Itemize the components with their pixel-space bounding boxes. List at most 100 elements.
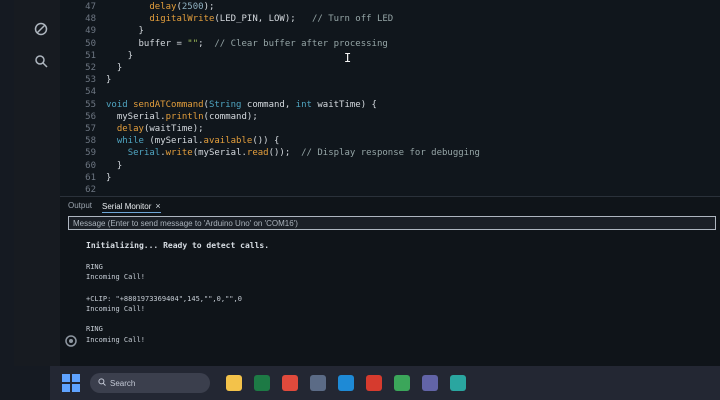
code-token: available	[203, 136, 253, 147]
code-line[interactable]: 48 digitalWrite(LED_PIN, LOW); // Turn o…	[60, 13, 720, 25]
code-text: void sendATCommand(String command, int w…	[106, 99, 377, 111]
code-token: ());	[268, 148, 302, 159]
code-token: read	[246, 148, 269, 159]
acrobat-icon[interactable]	[366, 375, 382, 391]
code-token: command,	[241, 99, 296, 110]
line-number: 47	[85, 2, 96, 12]
code-token: (LED_PIN, LOW);	[214, 14, 312, 25]
code-line[interactable]: 50 buffer = ""; // Clear buffer after pr…	[60, 38, 720, 50]
line-number: 53	[85, 75, 96, 86]
no-entry-icon[interactable]	[30, 18, 52, 40]
code-token: ""	[187, 38, 199, 49]
code-line[interactable]: 53}	[60, 74, 720, 86]
code-token: }	[106, 75, 112, 86]
line-number: 48	[85, 14, 96, 25]
chrome-icon[interactable]	[282, 375, 298, 391]
teams-icon[interactable]	[422, 375, 438, 391]
code-line[interactable]: 52 }	[60, 62, 720, 74]
serial-output-line: Incoming Call!	[86, 273, 146, 281]
code-text: }	[106, 172, 111, 184]
code-token: // Turn off LED	[311, 14, 394, 25]
code-line[interactable]: 57 delay(waitTime);	[60, 123, 720, 135]
code-token: sendATCommand	[133, 99, 204, 110]
search-icon	[98, 378, 106, 388]
ide-window: 47 delay(2500); 48 digitalWrite(LED_PIN, …	[14, 0, 720, 366]
close-icon[interactable]: ×	[155, 201, 160, 211]
line-number: 49	[85, 26, 96, 37]
code-text: }	[106, 74, 111, 86]
serial-output-line: RING	[86, 263, 103, 271]
line-number: 55	[85, 99, 96, 110]
line-number: 61	[85, 172, 96, 183]
serial-message-input[interactable]: Message (Enter to send message to 'Ardui…	[68, 216, 716, 230]
code-text: while (mySerial.available()) {	[106, 135, 280, 147]
excel-icon[interactable]	[254, 375, 270, 391]
code-text: }	[106, 25, 144, 37]
code-token: (mySerial.	[143, 136, 204, 147]
serial-output-line: Incoming Call!	[86, 305, 146, 313]
code-line[interactable]: 54	[60, 86, 720, 98]
line-number: 58	[85, 136, 96, 147]
code-text: digitalWrite(LED_PIN, LOW); // Turn off …	[106, 13, 393, 25]
taskbar-apps	[214, 375, 466, 391]
line-number: 52	[85, 63, 96, 73]
code-token: println	[165, 111, 204, 122]
code-line[interactable]: 55 void sendATCommand(String command, int…	[60, 99, 720, 111]
tab-serial-monitor[interactable]: Serial Monitor ×	[102, 199, 161, 213]
code-text: mySerial.println(command);	[106, 111, 258, 123]
code-line[interactable]: 59 Serial.write(mySerial.read()); // Dis…	[60, 147, 720, 159]
arduino-icon[interactable]	[450, 375, 466, 391]
code-token: mySerial.	[106, 111, 166, 122]
code-text: Serial.write(mySerial.read()); // Displa…	[106, 147, 480, 159]
serial-output-line: Initializing... Ready to detect calls.	[86, 241, 270, 250]
code-token: write	[165, 148, 193, 159]
code-token: (mySerial.	[192, 148, 247, 159]
line-number: 62	[85, 185, 96, 195]
news-icon[interactable]	[310, 375, 326, 391]
file-explorer-icon[interactable]	[226, 375, 242, 391]
code-token: buffer =	[106, 38, 188, 49]
code-line[interactable]: 49 }	[60, 25, 720, 37]
serial-output-line: +CLIP: "+8801973369404",145,"",0,"",0	[86, 295, 242, 303]
code-line[interactable]: 58 while (mySerial.available()) {	[60, 135, 720, 147]
settings-icon[interactable]	[64, 333, 78, 347]
serial-output-line: Incoming Call!	[86, 336, 146, 344]
chrome-alt-icon[interactable]	[394, 375, 410, 391]
windows-start-icon[interactable]	[62, 374, 80, 392]
code-line[interactable]: 62	[60, 184, 720, 196]
code-token: }	[106, 63, 123, 73]
taskbar-search[interactable]: Search	[90, 373, 210, 393]
code-token: while	[116, 136, 144, 147]
code-token: );	[203, 2, 215, 12]
line-number: 54	[85, 87, 96, 98]
code-text: }	[106, 160, 122, 172]
code-editor[interactable]: 47 delay(2500); 48 digitalWrite(LED_PIN, …	[60, 0, 720, 196]
code-token: delay	[116, 124, 144, 134]
code-line[interactable]: 60 }	[60, 160, 720, 172]
code-token: (waitTime);	[143, 124, 204, 134]
code-line[interactable]: 56 mySerial.println(command);	[60, 111, 720, 123]
line-number: 56	[85, 111, 96, 122]
line-number: 59	[85, 148, 96, 159]
tab-output[interactable]: Output	[68, 199, 92, 213]
line-number: 60	[85, 160, 96, 171]
bottom-panel: Output Serial Monitor × Message (Enter to…	[60, 196, 720, 366]
code-token: }	[106, 172, 112, 183]
code-line[interactable]: 47 delay(2500);	[60, 1, 720, 13]
vscode-icon[interactable]	[338, 375, 354, 391]
code-token: (command);	[203, 111, 258, 122]
code-token: // Display response for debugging	[301, 148, 480, 159]
code-token: digitalWrite	[149, 14, 215, 25]
code-line[interactable]: 51 }	[60, 50, 720, 62]
code-token: }	[106, 26, 144, 37]
activity-rail	[14, 0, 61, 366]
search-icon[interactable]	[30, 50, 52, 72]
code-text: }	[106, 62, 122, 74]
code-line[interactable]: 61}	[60, 172, 720, 184]
code-token: }	[106, 50, 134, 61]
line-number: 57	[85, 124, 96, 134]
tab-serial-monitor-label: Serial Monitor	[102, 202, 152, 211]
